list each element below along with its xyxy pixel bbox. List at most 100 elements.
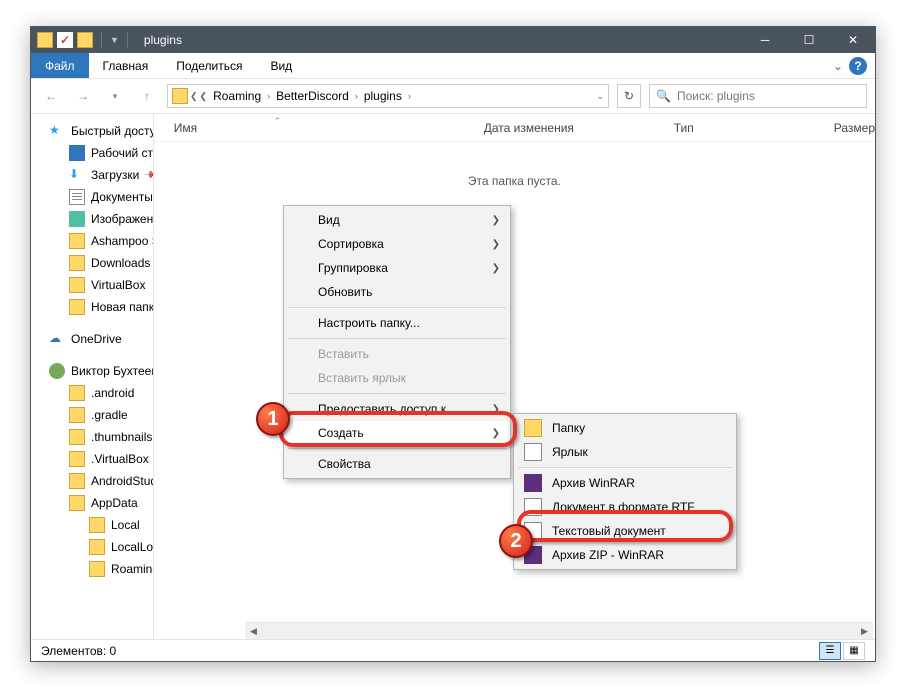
document-icon	[69, 189, 85, 205]
status-item-count: Элементов: 0	[41, 644, 116, 658]
ctx-view[interactable]: Вид❯	[286, 208, 508, 232]
submenu-arrow-icon: ❯	[492, 215, 500, 226]
submenu-arrow-icon: ❯	[492, 239, 500, 250]
scroll-right-icon[interactable]: ▶	[856, 623, 873, 640]
cloud-icon: ☁	[49, 331, 65, 347]
search-icon: 🔍	[656, 89, 671, 103]
search-placeholder: Поиск: plugins	[677, 89, 755, 103]
star-icon: ★	[49, 123, 65, 139]
ctx-create-zip[interactable]: Архив ZIP - WinRAR	[516, 543, 734, 567]
nav-desktop[interactable]: Рабочий стол📌	[31, 142, 153, 164]
window-title: plugins	[144, 33, 182, 47]
rtf-icon	[524, 498, 542, 516]
view-icons-button[interactable]: ▦	[843, 642, 865, 660]
breadcrumb[interactable]: Roaming	[209, 89, 265, 103]
nav-onedrive[interactable]: ☁OneDrive	[31, 328, 153, 350]
ctx-create-folder[interactable]: Папку	[516, 416, 734, 440]
qat-dropdown-icon[interactable]: ▼	[110, 35, 119, 45]
nav-folder[interactable]: AppData	[31, 492, 153, 514]
nav-folder[interactable]: Downloads	[31, 252, 153, 274]
address-dropdown-icon[interactable]: ⌄	[596, 91, 604, 102]
ctx-customize[interactable]: Настроить папку...	[286, 311, 508, 335]
chevron-right-icon[interactable]: ›	[355, 91, 358, 101]
chevron-right-icon[interactable]: ›	[408, 91, 411, 101]
ctx-create-rtf[interactable]: Документ в формате RTF	[516, 495, 734, 519]
status-bar: Элементов: 0 ☰ ▦	[31, 639, 875, 661]
qat-item[interactable]	[77, 32, 93, 48]
ribbon-tab-share[interactable]: Поделиться	[162, 53, 256, 78]
folder-icon	[69, 407, 85, 423]
chevron-right-icon[interactable]: ❮	[190, 91, 198, 102]
col-type[interactable]: Тип	[674, 121, 754, 135]
download-icon: ⬇	[69, 167, 85, 183]
nav-folder[interactable]: .gradle	[31, 404, 153, 426]
folder-icon	[69, 429, 85, 445]
ctx-properties[interactable]: Свойства	[286, 452, 508, 476]
refresh-button[interactable]: ↻	[617, 84, 641, 108]
nav-back-button[interactable]: ←	[39, 84, 63, 108]
nav-documents[interactable]: Документы📌	[31, 186, 153, 208]
ribbon-tab-home[interactable]: Главная	[89, 53, 163, 78]
ctx-create-shortcut[interactable]: Ярлык	[516, 440, 734, 464]
menu-separator	[518, 467, 732, 468]
chevron-right-icon[interactable]: ❮	[200, 91, 208, 102]
nav-recent-icon[interactable]: ▾	[103, 84, 127, 108]
user-icon	[49, 363, 65, 379]
col-date[interactable]: Дата изменения	[484, 121, 594, 135]
qat-item[interactable]: ✓	[57, 32, 73, 48]
ctx-group[interactable]: Группировка❯	[286, 256, 508, 280]
ctx-refresh[interactable]: Обновить	[286, 280, 508, 304]
submenu-arrow-icon: ❯	[492, 263, 500, 274]
folder-icon	[69, 495, 85, 511]
breadcrumb[interactable]: BetterDiscord	[272, 89, 353, 103]
nav-folder[interactable]: Roaming	[31, 558, 153, 580]
ribbon-tab-view[interactable]: Вид	[256, 53, 306, 78]
nav-forward-button[interactable]: →	[71, 84, 95, 108]
titlebar: ✓ ▼ plugins ─ ☐ ✕	[31, 27, 875, 53]
col-name[interactable]: Имя	[174, 121, 404, 135]
col-size[interactable]: Размер	[834, 121, 875, 135]
nav-folder[interactable]: .thumbnails	[31, 426, 153, 448]
menu-separator	[288, 338, 506, 339]
context-submenu-create: Папку Ярлык Архив WinRAR Документ в форм…	[513, 413, 737, 570]
nav-downloads[interactable]: ⬇Загрузки📌	[31, 164, 153, 186]
address-box[interactable]: ❮ ❮ Roaming › BetterDiscord › plugins › …	[167, 84, 609, 108]
ribbon-file-tab[interactable]: Файл	[31, 53, 89, 78]
ctx-create-txt[interactable]: Текстовый документ	[516, 519, 734, 543]
minimize-button[interactable]: ─	[743, 27, 787, 53]
nav-folder[interactable]: .android	[31, 382, 153, 404]
close-button[interactable]: ✕	[831, 27, 875, 53]
nav-folder[interactable]: .VirtualBox	[31, 448, 153, 470]
folder-icon	[172, 88, 188, 104]
nav-pane: ★Быстрый доступ Рабочий стол📌 ⬇Загрузки📌…	[31, 114, 154, 639]
qat-separator	[101, 32, 102, 48]
nav-folder[interactable]: LocalLow	[31, 536, 153, 558]
nav-user[interactable]: Виктор Бухтеев	[31, 360, 153, 382]
ctx-create-rar[interactable]: Архив WinRAR	[516, 471, 734, 495]
horizontal-scrollbar[interactable]: ◀ ▶	[245, 622, 873, 639]
folder-icon	[69, 233, 85, 249]
breadcrumb[interactable]: plugins	[360, 89, 406, 103]
context-menu: Вид❯ Сортировка❯ Группировка❯ Обновить Н…	[283, 205, 511, 479]
scroll-left-icon[interactable]: ◀	[245, 623, 262, 640]
nav-quick-access[interactable]: ★Быстрый доступ	[31, 120, 153, 142]
nav-up-button[interactable]: ↑	[135, 84, 159, 108]
maximize-button[interactable]: ☐	[787, 27, 831, 53]
folder-icon	[89, 561, 105, 577]
ribbon-collapse-icon[interactable]: ⌄	[833, 59, 843, 73]
nav-folder[interactable]: Local	[31, 514, 153, 536]
ctx-sort[interactable]: Сортировка❯	[286, 232, 508, 256]
search-input[interactable]: 🔍 Поиск: plugins	[649, 84, 867, 108]
chevron-right-icon[interactable]: ›	[267, 91, 270, 101]
help-icon[interactable]: ?	[849, 57, 867, 75]
nav-folder[interactable]: AndroidStudioProjects	[31, 470, 153, 492]
nav-pictures[interactable]: Изображения📌	[31, 208, 153, 230]
ctx-share[interactable]: Предоставить доступ к❯	[286, 397, 508, 421]
ctx-create[interactable]: Создать❯	[286, 421, 508, 445]
folder-icon	[69, 451, 85, 467]
sort-indicator-icon: ⌃	[274, 116, 282, 127]
view-details-button[interactable]: ☰	[819, 642, 841, 660]
nav-folder[interactable]: Ashampoo Snap 10	[31, 230, 153, 252]
nav-folder[interactable]: Новая папка	[31, 296, 153, 318]
nav-folder[interactable]: VirtualBox	[31, 274, 153, 296]
